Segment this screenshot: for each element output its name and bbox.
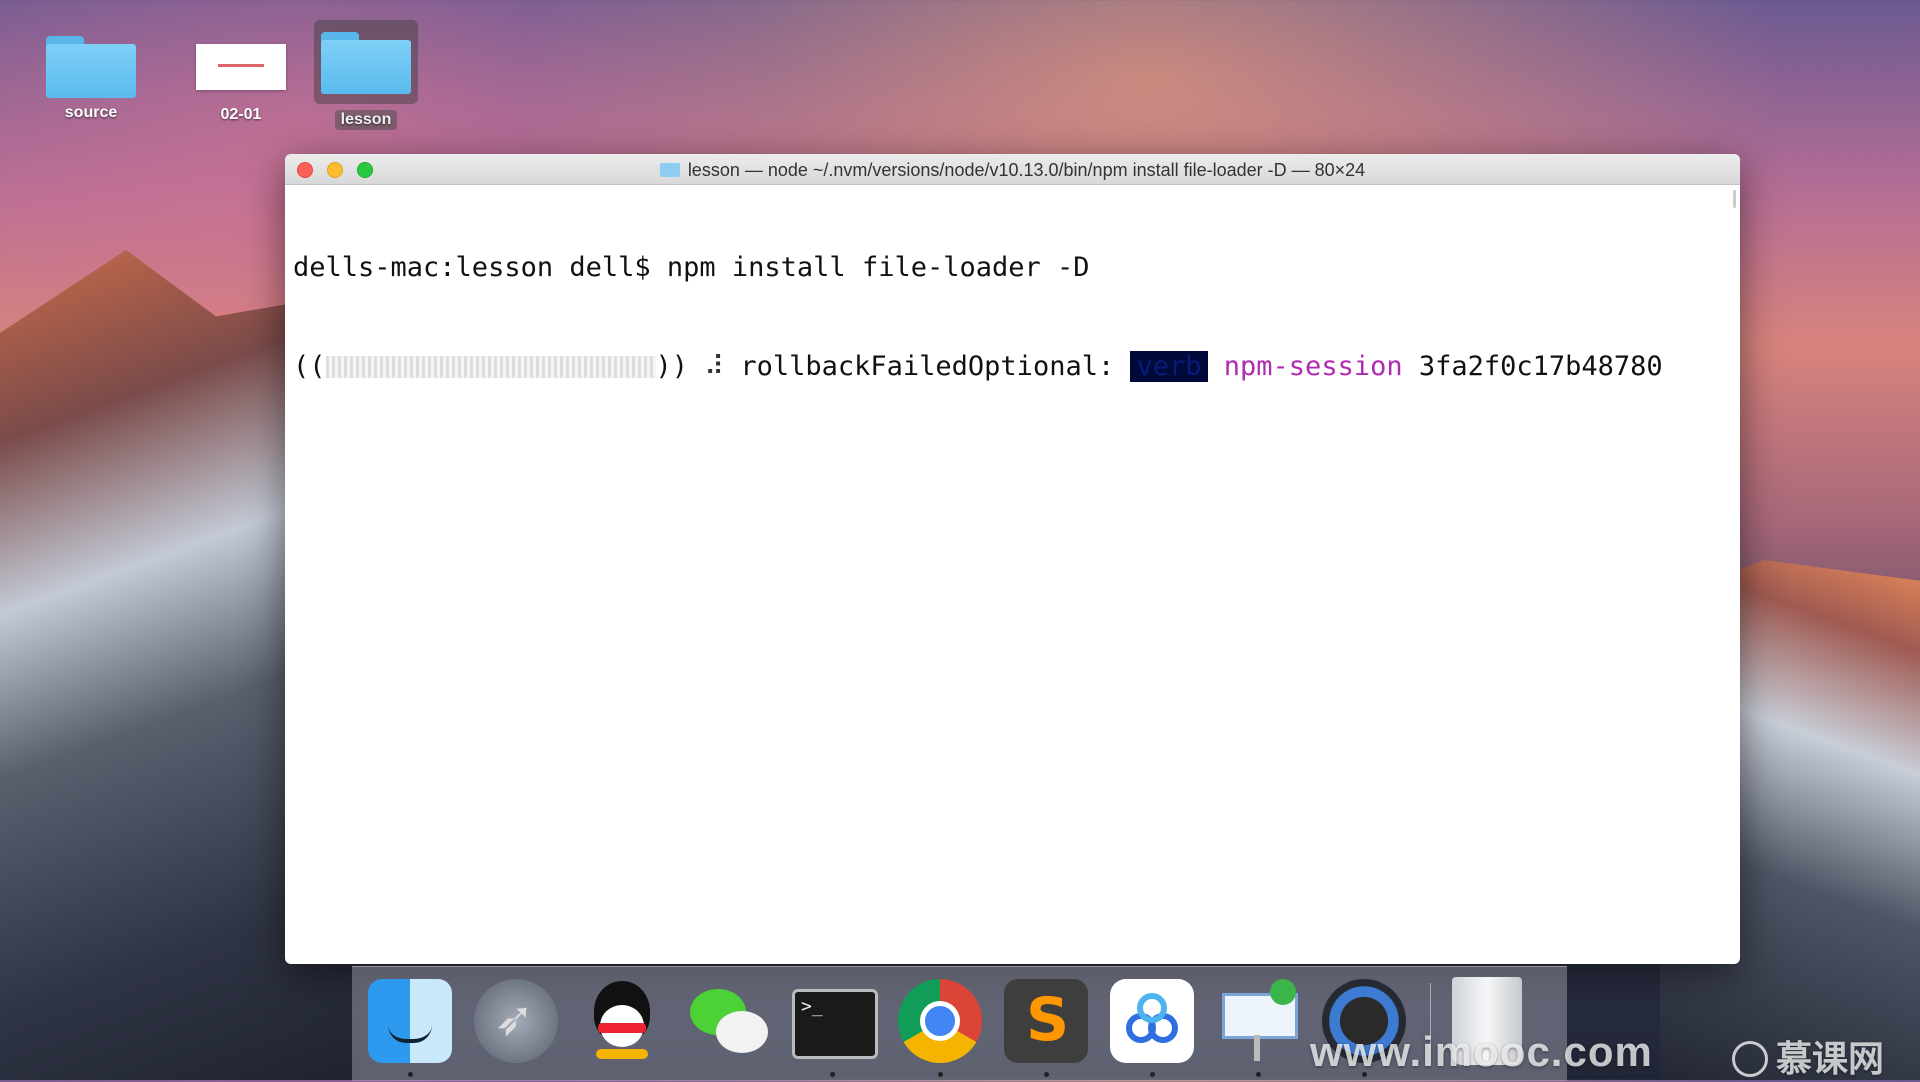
- terminal-line-progress: (()) ⠼ rollbackFailedOptional: verb npm-…: [293, 350, 1732, 383]
- terminal-line-command: dells-mac:lesson dell$ npm install file-…: [293, 252, 1090, 283]
- running-indicator: [830, 1072, 835, 1077]
- desktop-icon-label: lesson: [334, 110, 398, 130]
- keynote-icon[interactable]: [1216, 979, 1300, 1063]
- desktop-icon-label: source: [64, 104, 118, 121]
- running-indicator: [1044, 1072, 1049, 1077]
- desktop-icon-02-01[interactable]: 02-01: [186, 38, 296, 124]
- session-id: 3fa2f0c17b48780: [1418, 351, 1663, 382]
- window-title-text: lesson — node ~/.nvm/versions/node/v10.1…: [687, 160, 1366, 180]
- running-indicator: [1256, 1072, 1261, 1077]
- finder-icon[interactable]: [368, 979, 452, 1063]
- npm-progress-bar: [325, 356, 656, 378]
- sublime-text-icon[interactable]: S: [1004, 979, 1088, 1063]
- running-indicator: [408, 1072, 413, 1077]
- wechat-icon[interactable]: [686, 979, 770, 1063]
- folder-proxy-icon[interactable]: [659, 163, 680, 177]
- window-titlebar[interactable]: lesson — node ~/.nvm/versions/node/v10.1…: [285, 154, 1740, 185]
- qq-icon[interactable]: [580, 979, 664, 1063]
- scrollbar[interactable]: [1733, 190, 1736, 208]
- log-level-badge: verb: [1130, 351, 1208, 382]
- terminal-output[interactable]: dells-mac:lesson dell$ npm install file-…: [285, 185, 1740, 449]
- watermark-url: www.imooc.com: [1310, 1028, 1653, 1075]
- desktop-icon-source[interactable]: source: [36, 36, 146, 122]
- window-title: lesson — node ~/.nvm/versions/node/v10.1…: [285, 160, 1740, 181]
- imooc-logo-icon: [1732, 1041, 1768, 1077]
- desktop-icon-label: 02-01: [220, 106, 262, 123]
- terminal-window[interactable]: lesson — node ~/.nvm/versions/node/v10.1…: [285, 154, 1740, 964]
- folder-icon: [36, 36, 146, 98]
- progress-bracket-open: ((: [293, 351, 326, 382]
- running-indicator: [1150, 1072, 1155, 1077]
- folder-icon: [314, 20, 418, 104]
- session-label: npm-session: [1223, 351, 1403, 382]
- status-text: rollbackFailedOptional:: [740, 351, 1115, 382]
- baidu-netdisk-icon[interactable]: [1110, 979, 1194, 1063]
- progress-bracket-close: )): [655, 351, 689, 382]
- running-indicator: [938, 1072, 943, 1077]
- spinner-glyph: ⠼: [704, 351, 725, 382]
- document-thumbnail-icon: [186, 44, 296, 90]
- chrome-icon[interactable]: [898, 979, 982, 1063]
- terminal-glyph: >_: [801, 996, 823, 1017]
- terminal-icon[interactable]: >_: [792, 989, 878, 1059]
- launchpad-icon[interactable]: [474, 979, 558, 1063]
- watermark-brand-text: 慕课网: [1776, 1038, 1885, 1079]
- watermark-brand: 慕课网: [1732, 1030, 1884, 1082]
- desktop-icon-lesson[interactable]: lesson: [311, 20, 421, 130]
